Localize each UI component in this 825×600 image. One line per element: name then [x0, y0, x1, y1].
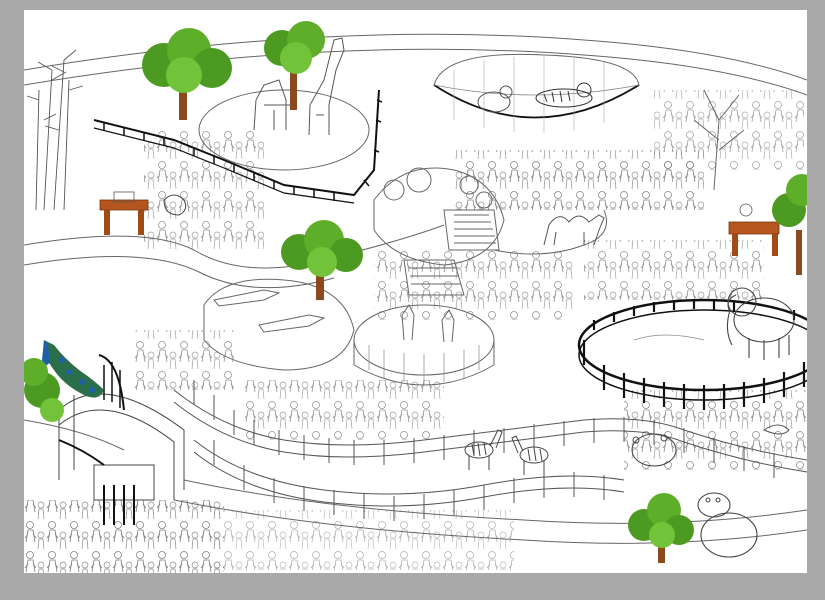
bench-icon — [99, 191, 149, 235]
camel-icon — [543, 214, 605, 246]
tree-icon — [142, 28, 232, 120]
zoo-illustration — [24, 21, 807, 573]
zoo-coloring-artboard — [24, 10, 807, 573]
hippo-icon — [697, 492, 758, 558]
bamboo-grove — [26, 49, 84, 211]
tree-icon — [264, 21, 325, 110]
tiger-icon — [535, 82, 593, 108]
zebra-icon — [511, 435, 549, 475]
tree-icon — [628, 493, 694, 563]
giraffe-icon — [253, 79, 294, 131]
tree-icon — [281, 220, 363, 300]
canvas-frame — [0, 0, 825, 600]
crocodile-icon — [258, 314, 326, 333]
crocodile-icon — [213, 289, 281, 307]
zebra-icon — [464, 429, 503, 470]
crocodile-pond — [203, 278, 355, 371]
visitors-crowd — [24, 90, 807, 573]
tiger-dome — [433, 53, 640, 133]
